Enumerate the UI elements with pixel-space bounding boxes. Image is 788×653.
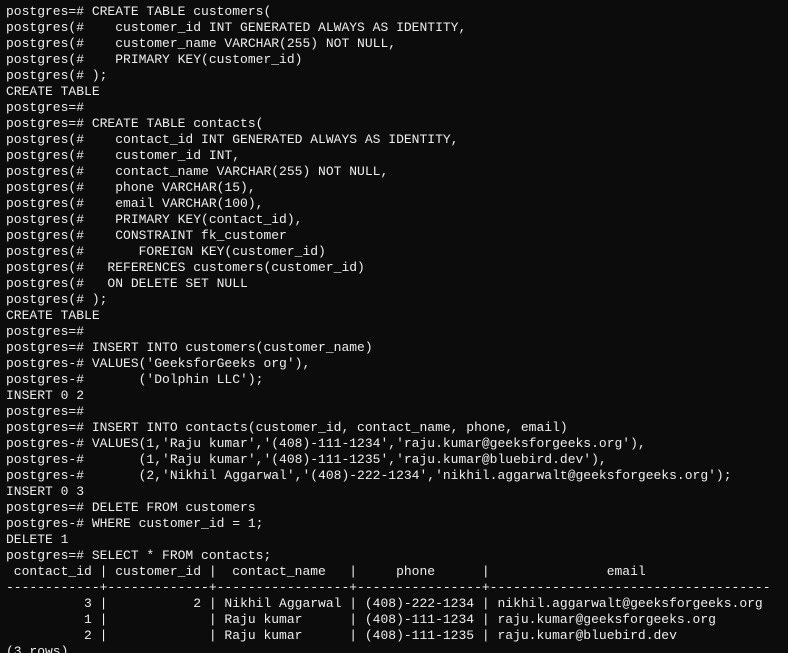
terminal-line: postgres=# CREATE TABLE contacts(: [6, 116, 782, 132]
terminal-line: postgres(# email VARCHAR(100),: [6, 196, 782, 212]
terminal-line: postgres=# DELETE FROM customers: [6, 500, 782, 516]
terminal-line: postgres-# (2,'Nikhil Aggarwal','(408)-2…: [6, 468, 782, 484]
terminal-line: postgres(# REFERENCES customers(customer…: [6, 260, 782, 276]
terminal-line: INSERT 0 2: [6, 388, 782, 404]
terminal-line: postgres(# customer_id INT GENERATED ALW…: [6, 20, 782, 36]
terminal-line: DELETE 1: [6, 532, 782, 548]
terminal-line: 1 | | Raju kumar | (408)-111-1234 | raju…: [6, 612, 782, 628]
terminal-line: postgres(# customer_name VARCHAR(255) NO…: [6, 36, 782, 52]
terminal-line: postgres(# PRIMARY KEY(contact_id),: [6, 212, 782, 228]
terminal-line: CREATE TABLE: [6, 84, 782, 100]
terminal-line: ------------+-------------+-------------…: [6, 580, 782, 596]
terminal-line: postgres=# SELECT * FROM contacts;: [6, 548, 782, 564]
terminal-line: postgres(# FOREIGN KEY(customer_id): [6, 244, 782, 260]
terminal-line: postgres=#: [6, 404, 782, 420]
terminal-line: postgres=# CREATE TABLE customers(: [6, 4, 782, 20]
terminal-line: postgres-# VALUES(1,'Raju kumar','(408)-…: [6, 436, 782, 452]
terminal-line: postgres(# );: [6, 292, 782, 308]
terminal-line: postgres=# INSERT INTO contacts(customer…: [6, 420, 782, 436]
terminal-line: postgres(# contact_id INT GENERATED ALWA…: [6, 132, 782, 148]
terminal-line: INSERT 0 3: [6, 484, 782, 500]
terminal-line: postgres(# PRIMARY KEY(customer_id): [6, 52, 782, 68]
terminal-line: 2 | | Raju kumar | (408)-111-1235 | raju…: [6, 628, 782, 644]
terminal-line: CREATE TABLE: [6, 308, 782, 324]
terminal-output: postgres=# CREATE TABLE customers(postgr…: [0, 0, 788, 653]
terminal-line: postgres(# customer_id INT,: [6, 148, 782, 164]
terminal-line: postgres-# (1,'Raju kumar','(408)-111-12…: [6, 452, 782, 468]
terminal-line: postgres=# INSERT INTO customers(custome…: [6, 340, 782, 356]
terminal-line: postgres-# WHERE customer_id = 1;: [6, 516, 782, 532]
terminal-line: postgres=#: [6, 324, 782, 340]
terminal-line: postgres(# contact_name VARCHAR(255) NOT…: [6, 164, 782, 180]
terminal-line: postgres(# CONSTRAINT fk_customer: [6, 228, 782, 244]
terminal-line: (3 rows): [6, 644, 782, 653]
terminal-line: 3 | 2 | Nikhil Aggarwal | (408)-222-1234…: [6, 596, 782, 612]
terminal-line: postgres-# VALUES('GeeksforGeeks org'),: [6, 356, 782, 372]
terminal-line: postgres(# ON DELETE SET NULL: [6, 276, 782, 292]
terminal-line: postgres(# phone VARCHAR(15),: [6, 180, 782, 196]
terminal-line: postgres=#: [6, 100, 782, 116]
terminal-line: postgres-# ('Dolphin LLC');: [6, 372, 782, 388]
terminal-line: postgres(# );: [6, 68, 782, 84]
terminal-line: contact_id | customer_id | contact_name …: [6, 564, 782, 580]
